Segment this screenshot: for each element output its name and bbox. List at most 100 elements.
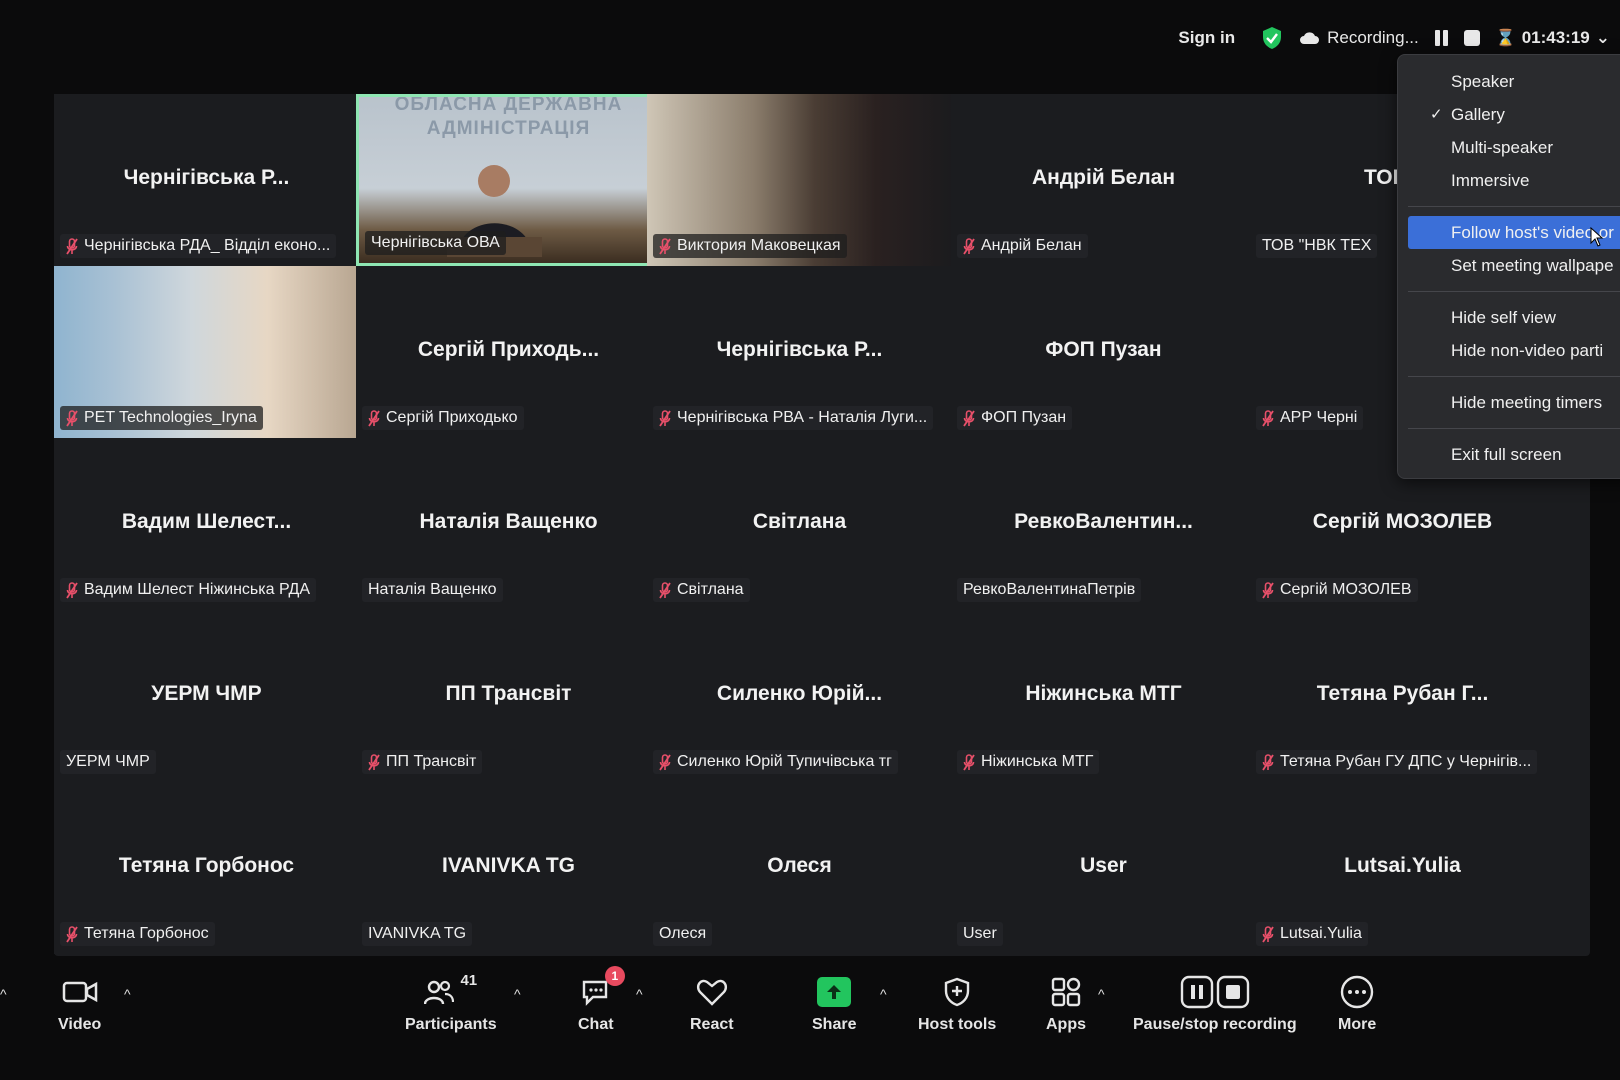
apps-options-caret-icon[interactable]: ^ <box>1098 986 1105 1002</box>
participant-display-name: Lutsai.Yulia <box>1344 854 1461 877</box>
pause-recording-icon[interactable] <box>1434 30 1448 46</box>
participant-name-text: Ніжинська МТГ <box>981 753 1094 770</box>
participant-tile[interactable]: Чернігівська Р... Чернігівська РДА_ Відді… <box>54 94 359 266</box>
participant-tile[interactable]: УЕРМ ЧМР УЕРМ ЧМР <box>54 610 359 782</box>
participant-name-text: УЕРМ ЧМР <box>66 753 150 770</box>
heart-icon <box>696 979 727 1006</box>
participant-display-name: Ніжинська МТГ <box>1025 682 1182 705</box>
meeting-timer[interactable]: ⌛ 01:43:19 ⌄ <box>1496 28 1610 48</box>
pause-stop-recording-button[interactable]: Pause/stop recording <box>1133 972 1297 1034</box>
participant-name-text: User <box>963 925 997 942</box>
participant-tile[interactable]: PET Technologies_Iryna <box>54 266 359 438</box>
muted-mic-icon <box>66 581 78 598</box>
apps-button[interactable]: Apps <box>1046 972 1086 1034</box>
chat-options-caret-icon[interactable]: ^ <box>636 986 643 1002</box>
video-wall-text: ОБЛАСНА ДЕРЖАВНА АДМІНІСТРАЦІЯ <box>394 94 623 139</box>
participant-tile[interactable]: ОБЛАСНА ДЕРЖАВНА АДМІНІСТРАЦІЯ Чернігівсь… <box>356 94 661 266</box>
participants-label: Participants <box>405 1016 497 1033</box>
participant-tile[interactable]: Андрій Белан Андрій Белан <box>951 94 1256 266</box>
menu-item-multi-speaker[interactable]: Multi-speaker <box>1398 131 1620 164</box>
participant-tile[interactable]: Тетяна Горбонос Тетяна Горбонос <box>54 782 359 954</box>
participant-tile[interactable]: Світлана Світлана <box>647 438 952 610</box>
muted-mic-icon <box>963 753 975 770</box>
muted-mic-icon <box>1262 581 1274 598</box>
participant-name-text: Олеся <box>659 925 707 942</box>
participant-name-text: Чернігівська РДА_ Відділ еконо... <box>84 237 331 254</box>
participant-display-name: РевкоВалентин... <box>1014 510 1193 533</box>
host-tools-button[interactable]: Host tools <box>918 972 996 1034</box>
muted-mic-icon <box>1262 925 1274 942</box>
participant-name-label: Ніжинська МТГ <box>957 750 1100 774</box>
participant-name-text: Lutsai.Yulia <box>1280 925 1362 942</box>
participant-tile[interactable]: Виктория Маковецкая <box>647 94 952 266</box>
encryption-shield-icon[interactable] <box>1261 26 1283 50</box>
share-screen-icon <box>817 977 852 1007</box>
share-options-caret-icon[interactable]: ^ <box>880 986 887 1002</box>
react-button[interactable]: React <box>690 972 734 1034</box>
participant-display-name: Сергій МОЗОЛЕВ <box>1312 510 1493 533</box>
menu-item-hide-timers[interactable]: Hide meeting timers <box>1398 386 1620 419</box>
muted-mic-icon <box>368 753 380 770</box>
more-button[interactable]: More <box>1338 972 1376 1034</box>
menu-item-hide-non-video[interactable]: Hide non-video parti <box>1398 334 1620 367</box>
recording-indicator[interactable]: Recording... <box>1299 28 1419 48</box>
participant-tile[interactable]: User User <box>951 782 1256 954</box>
participant-name-label: Силенко Юрій Тупичівська тг <box>653 750 898 774</box>
chat-button[interactable]: 1 Chat <box>578 966 625 1034</box>
menu-item-follow-host-video[interactable]: Follow host's video or <box>1408 216 1620 249</box>
participant-tile[interactable]: Чернігівська Р... Чернігівська РВА - Ната… <box>647 266 952 438</box>
participant-tile[interactable]: Тетяна Рубан Г... Тетяна Рубан ГУ ДПС у Ч… <box>1250 610 1555 782</box>
participant-tile[interactable]: Ніжинська МТГ Ніжинська МТГ <box>951 610 1256 782</box>
checkmark-icon: ✓ <box>1430 106 1443 123</box>
participant-name-label: Андрій Белан <box>957 234 1088 258</box>
pause-stop-recording-label: Pause/stop recording <box>1133 1016 1297 1033</box>
participant-display-name: ФОП Пузан <box>1045 338 1162 361</box>
participant-name-text: ТОВ "НВК ТЕХ <box>1262 237 1372 254</box>
participant-tile[interactable]: Lutsai.Yulia Lutsai.Yulia <box>1250 782 1555 954</box>
share-label: Share <box>812 1016 857 1033</box>
menu-divider <box>1408 206 1620 207</box>
participant-name-text: РевкоВалентинаПетрів <box>963 581 1136 598</box>
muted-mic-icon <box>66 237 78 254</box>
muted-mic-icon <box>963 409 975 426</box>
participant-name-text: ФОП Пузан <box>981 409 1067 426</box>
participant-name-text: Силенко Юрій Тупичівська тг <box>677 753 892 770</box>
participant-tile[interactable]: РевкоВалентин... РевкоВалентинаПетрів <box>951 438 1256 610</box>
participant-display-name: Світлана <box>752 510 847 533</box>
menu-item-hide-self-view[interactable]: Hide self view <box>1398 301 1620 334</box>
participant-display-name: Тетяна Рубан Г... <box>1316 682 1489 705</box>
participant-name-label: Тетяна Рубан ГУ ДПС у Чернігів... <box>1256 750 1538 774</box>
menu-item-gallery[interactable]: ✓ Gallery <box>1398 98 1620 131</box>
sign-in-link[interactable]: Sign in <box>1178 28 1235 48</box>
video-options-caret-icon[interactable]: ^ <box>124 986 131 1002</box>
menu-item-immersive[interactable]: Immersive <box>1398 164 1620 197</box>
participant-tile[interactable]: Наталія Ващенко Наталія Ващенко <box>356 438 661 610</box>
menu-label: Immersive <box>1451 171 1530 190</box>
participant-name-label: ПП Трансвіт <box>362 750 483 774</box>
participant-tile[interactable]: Вадим Шелест... Вадим Шелест Ніжинська РД… <box>54 438 359 610</box>
participant-tile[interactable]: Силенко Юрій... Силенко Юрій Тупичівська … <box>647 610 952 782</box>
participant-tile[interactable]: IVANIVKA TG IVANIVKA TG <box>356 782 661 954</box>
participant-name-text: Вадим Шелест Ніжинська РДА <box>84 581 311 598</box>
participant-name-label: Чернігівська РДА_ Відділ еконо... <box>60 234 337 258</box>
menu-item-exit-full-screen[interactable]: Exit full screen <box>1398 438 1620 471</box>
video-button[interactable]: Video <box>58 972 101 1034</box>
participants-options-caret-icon[interactable]: ^ <box>514 986 521 1002</box>
menu-label: Multi-speaker <box>1451 138 1554 157</box>
caret-up-icon[interactable]: ^ <box>0 986 7 1002</box>
participant-tile[interactable]: Сергій Приходь... Сергій Приходько <box>356 266 661 438</box>
participant-name-text: Андрій Белан <box>981 237 1082 254</box>
share-button[interactable]: Share <box>812 972 856 1034</box>
muted-mic-icon <box>1262 753 1274 770</box>
participant-tile[interactable]: Олеся Олеся <box>647 782 952 954</box>
muted-mic-icon <box>368 409 380 426</box>
stop-recording-icon[interactable] <box>1463 30 1480 46</box>
participant-tile[interactable]: ФОП Пузан ФОП Пузан <box>951 266 1256 438</box>
menu-item-speaker[interactable]: Speaker <box>1398 65 1620 98</box>
participant-name-text: Чернігівська ОВА <box>371 234 500 251</box>
participant-display-name: User <box>1080 854 1127 877</box>
participant-display-name: Олеся <box>767 854 832 877</box>
participant-tile[interactable]: ПП Трансвіт ПП Трансвіт <box>356 610 661 782</box>
menu-item-set-wallpaper[interactable]: Set meeting wallpape <box>1398 249 1620 282</box>
participants-button[interactable]: 41 Participants <box>405 972 497 1034</box>
